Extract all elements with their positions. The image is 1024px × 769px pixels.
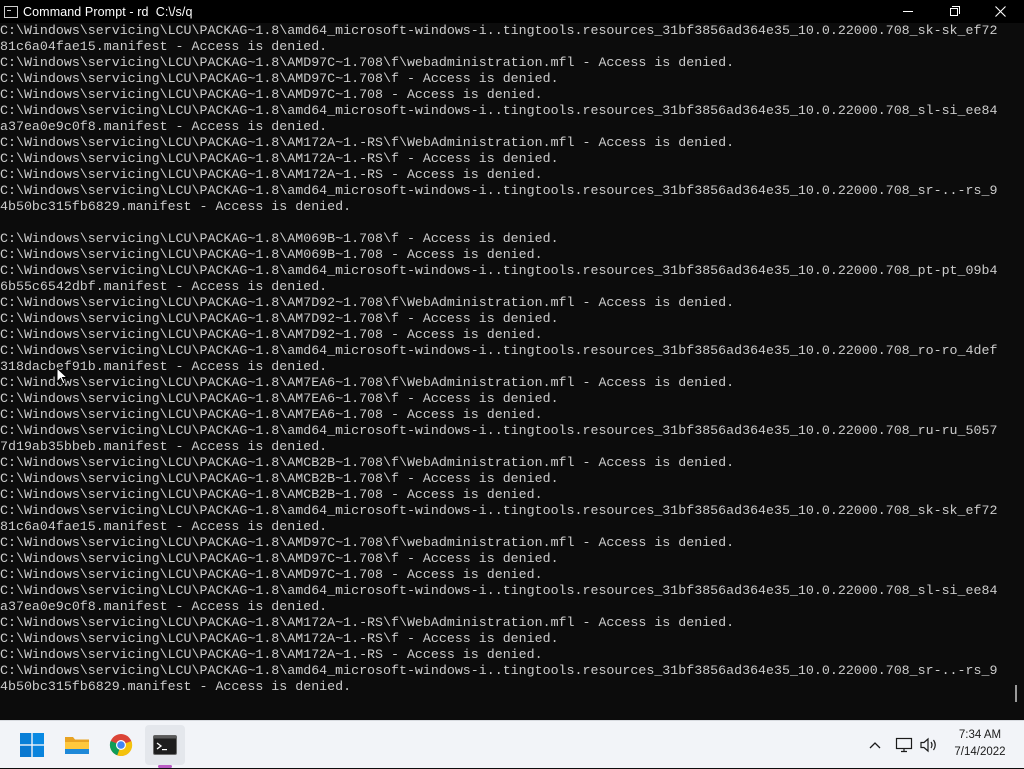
mouse-cursor-icon	[56, 367, 68, 385]
command-prompt-icon	[153, 735, 177, 755]
console-output: C:\Windows\servicing\LCU\PACKAG~1.8\amd6…	[0, 23, 998, 694]
network-button[interactable]	[893, 721, 915, 769]
close-icon	[994, 6, 1006, 17]
volume-button[interactable]	[918, 721, 940, 769]
scrollbar[interactable]	[1010, 23, 1024, 720]
maximize-icon	[950, 5, 960, 16]
minimize-button[interactable]	[885, 0, 931, 23]
clock[interactable]: 7:34 AM 7/14/2022	[942, 727, 1018, 761]
chevron-up-icon	[869, 742, 881, 749]
file-explorer-button[interactable]	[57, 725, 97, 765]
taskbar: 7:34 AM 7/14/2022	[0, 720, 1024, 768]
start-icon	[20, 733, 44, 757]
scrollbar-thumb[interactable]	[1015, 685, 1017, 702]
console-area[interactable]: C:\Windows\servicing\LCU\PACKAG~1.8\amd6…	[0, 23, 1010, 720]
clock-date: 7/14/2022	[954, 746, 1006, 758]
chrome-icon	[109, 734, 133, 757]
show-hidden-icons-button[interactable]	[864, 721, 886, 769]
close-button[interactable]	[977, 0, 1023, 23]
clock-time: 7:34 AM	[958, 729, 1002, 741]
maximize-button[interactable]	[931, 0, 977, 23]
start-button[interactable]	[12, 725, 52, 765]
file-explorer-icon	[65, 737, 89, 754]
window-title: Command Prompt - rd C:\/s/q	[23, 4, 193, 19]
chrome-button[interactable]	[101, 725, 141, 765]
volume-icon	[920, 737, 936, 753]
command-prompt-button[interactable]	[145, 725, 185, 765]
cmd-icon	[4, 5, 18, 18]
title-bar[interactable]: Command Prompt - rd C:\/s/q	[0, 0, 1024, 23]
network-icon	[895, 737, 913, 753]
minimize-icon	[903, 11, 913, 12]
